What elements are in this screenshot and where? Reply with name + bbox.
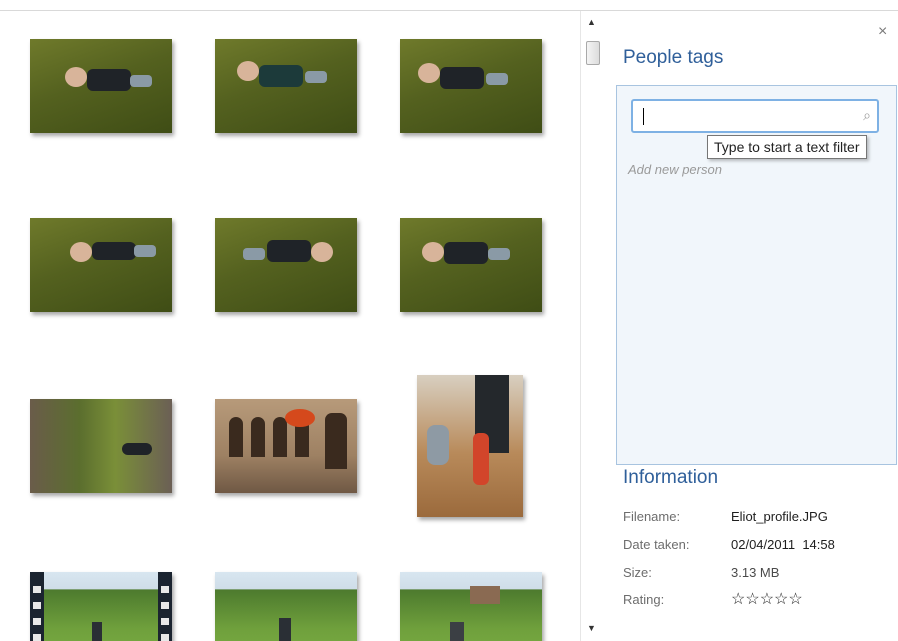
info-value: Eliot_profile.JPG	[731, 509, 828, 524]
details-pane: × People tags ⌕ Add new person Type to s…	[603, 11, 898, 641]
info-label: Size:	[623, 565, 652, 580]
close-icon[interactable]: ×	[878, 23, 887, 41]
info-value: 02/04/2011 14:58	[731, 537, 835, 552]
thumbnail-photo[interactable]	[30, 218, 172, 312]
thumbnail-grid	[0, 11, 578, 641]
thumbnail-video[interactable]	[30, 572, 172, 641]
thumbnail-photo[interactable]	[417, 375, 523, 517]
people-tags-title: People tags	[623, 47, 724, 68]
info-label: Date taken:	[623, 537, 690, 552]
thumbnail-photo[interactable]	[400, 39, 542, 133]
person-search-input[interactable]: ⌕	[631, 99, 879, 133]
thumbnail-photo[interactable]	[215, 218, 357, 312]
thumbnail-photo[interactable]	[30, 39, 172, 133]
scroll-down-arrow[interactable]: ▼	[587, 623, 596, 633]
info-label: Filename:	[623, 509, 681, 524]
thumbnail-photo[interactable]	[215, 39, 357, 133]
thumbnail-photo[interactable]	[215, 399, 357, 493]
scrollbar-thumb[interactable]	[586, 41, 600, 65]
thumbnail-photo[interactable]	[30, 399, 172, 493]
information-title: Information	[623, 467, 719, 488]
info-value: 3.13 MB	[731, 565, 780, 580]
thumbnail-photo[interactable]	[215, 572, 357, 641]
info-label: Rating:	[623, 592, 665, 607]
search-icon: ⌕	[863, 107, 871, 123]
add-new-person-hint[interactable]: Add new person	[628, 162, 722, 177]
grid-scrollbar[interactable]: ▲ ▼	[580, 11, 603, 641]
thumbnail-photo[interactable]	[400, 218, 542, 312]
scroll-up-arrow[interactable]: ▲	[587, 17, 596, 27]
rating-stars[interactable]: ☆☆☆☆☆	[731, 589, 803, 609]
text-caret	[643, 108, 644, 125]
thumbnail-photo[interactable]	[400, 572, 542, 641]
search-tooltip: Type to start a text filter	[707, 135, 867, 159]
